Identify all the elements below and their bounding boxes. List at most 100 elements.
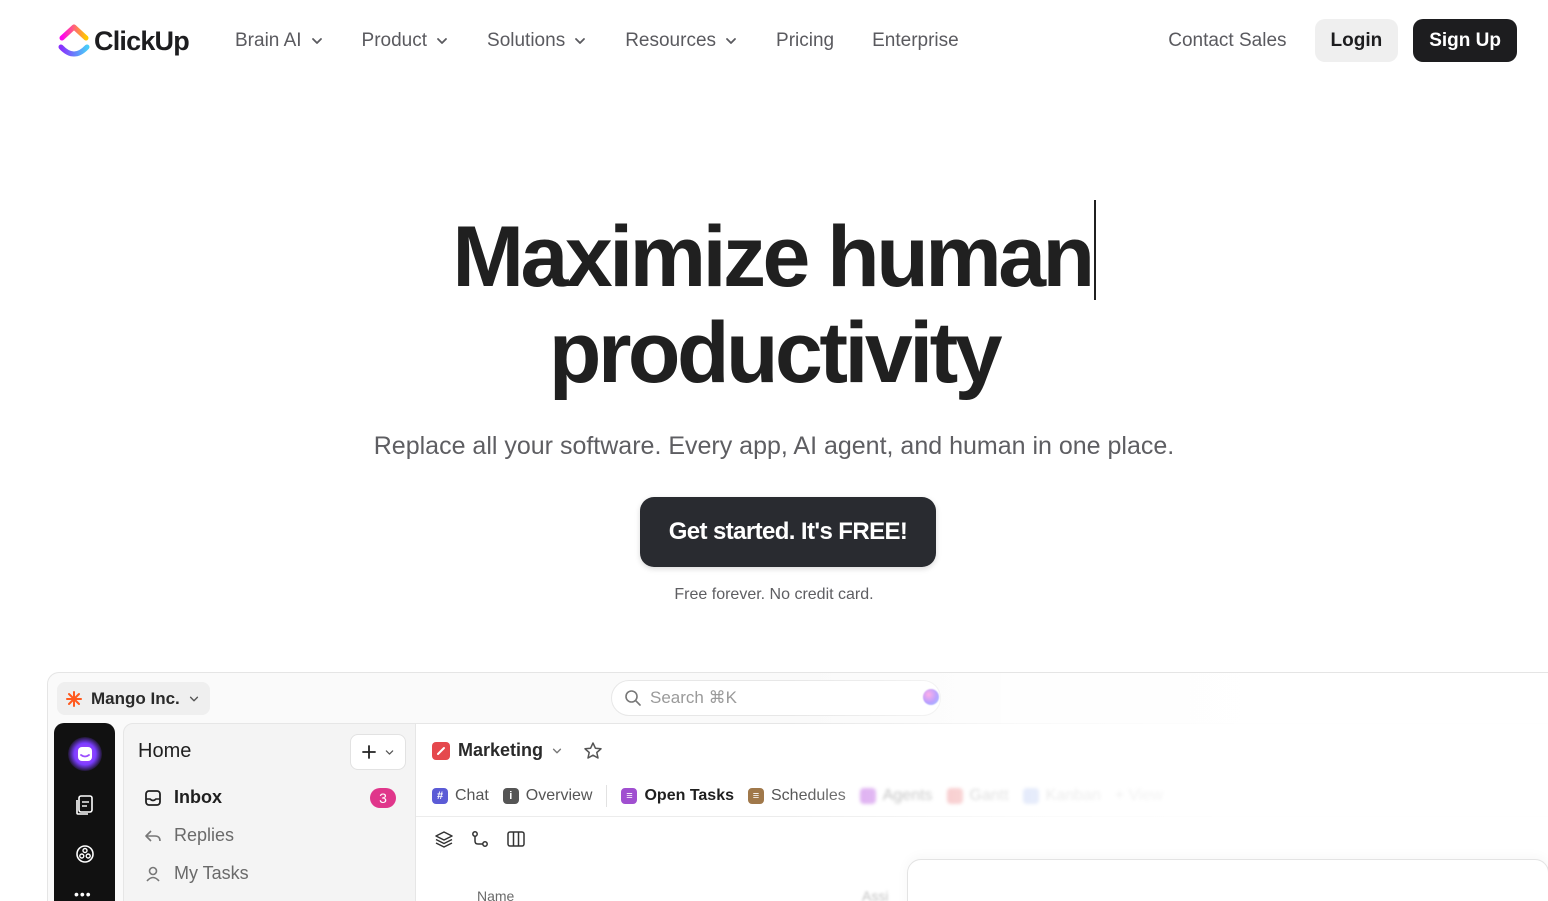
app-preview: Mango Inc. Search ⌘K ••• Home Inbox 3 Re… bbox=[47, 672, 1548, 901]
tab-overview[interactable]: i Overview bbox=[502, 787, 593, 805]
nav-solutions-label: Solutions bbox=[487, 30, 566, 51]
nav-brain-ai-label: Brain AI bbox=[235, 30, 302, 51]
hero-title: Maximize human productivity bbox=[0, 200, 1548, 401]
person-icon bbox=[146, 866, 160, 882]
plus-icon bbox=[361, 745, 376, 759]
home-sidebar: Home Inbox 3 Replies My Tasks bbox=[123, 723, 416, 901]
star-icon[interactable] bbox=[583, 741, 603, 761]
info-icon: i bbox=[502, 788, 519, 804]
get-started-button[interactable]: Get started. It's FREE! bbox=[640, 497, 936, 567]
hash-icon: # bbox=[432, 788, 448, 804]
tab-open-tasks[interactable]: ≡ Open Tasks bbox=[621, 787, 734, 805]
tab-divider bbox=[606, 785, 608, 807]
app-topbar: Mango Inc. Search ⌘K bbox=[48, 673, 1548, 723]
list-icon: ≡ bbox=[621, 788, 638, 804]
workspace-switcher[interactable]: Mango Inc. bbox=[57, 682, 210, 715]
rail-home-button[interactable] bbox=[68, 737, 102, 771]
login-button[interactable]: Login bbox=[1314, 19, 1399, 62]
add-button[interactable] bbox=[350, 734, 406, 770]
sidebar-item-label: My Tasks bbox=[174, 863, 249, 883]
search-icon bbox=[625, 690, 641, 706]
tab-label: Gantt bbox=[969, 787, 1009, 804]
agent-icon bbox=[859, 788, 876, 804]
floating-card bbox=[907, 859, 1548, 901]
mango-logo-icon bbox=[66, 690, 82, 707]
chevron-down-icon bbox=[189, 696, 198, 701]
marketing-icon bbox=[432, 741, 450, 760]
chevron-down-icon bbox=[552, 748, 562, 753]
tab-label: Open Tasks bbox=[644, 787, 734, 804]
spaces-icon[interactable] bbox=[73, 842, 97, 866]
nav-enterprise-label: Enterprise bbox=[872, 30, 959, 51]
chevron-down-icon bbox=[437, 38, 447, 44]
nav-resources[interactable]: Resources bbox=[625, 30, 738, 52]
sidebar-item-replies[interactable]: Replies bbox=[144, 825, 234, 846]
sidebar-item-label: Inbox bbox=[174, 787, 222, 807]
tab-gantt[interactable]: Gantt bbox=[946, 787, 1009, 805]
nav-product-label: Product bbox=[361, 30, 428, 51]
chevron-down-icon bbox=[726, 38, 736, 44]
tab-schedules[interactable]: ≡ Schedules bbox=[748, 787, 846, 805]
list-title[interactable]: Marketing bbox=[432, 740, 603, 761]
kanban-icon bbox=[1022, 788, 1039, 804]
text-cursor bbox=[1093, 200, 1096, 300]
reply-icon bbox=[145, 829, 161, 842]
sidebar-item-my-tasks[interactable]: My Tasks bbox=[144, 863, 249, 884]
sidebar-item-inbox[interactable]: Inbox bbox=[144, 787, 222, 808]
tab-label: Agents bbox=[882, 787, 933, 804]
top-nav: ClickUp Brain AI Product Solutions Resou… bbox=[0, 0, 1548, 82]
nav-brain-ai[interactable]: Brain AI bbox=[235, 30, 324, 52]
workspace-name: Mango Inc. bbox=[91, 688, 180, 708]
columns-icon[interactable] bbox=[506, 829, 526, 849]
nav-resources-label: Resources bbox=[625, 30, 717, 51]
tabs-divider bbox=[416, 816, 1548, 817]
column-header-assignee[interactable]: Assi bbox=[862, 888, 888, 901]
app-rail: ••• bbox=[54, 723, 115, 901]
inbox-icon bbox=[145, 789, 161, 806]
tab-kanban[interactable]: Kanban bbox=[1022, 787, 1101, 805]
hero-title-line-2: productivity bbox=[548, 305, 1003, 401]
tab-add-view[interactable]: + View bbox=[1115, 787, 1163, 805]
nav-enterprise[interactable]: Enterprise bbox=[872, 30, 959, 52]
chevron-down-icon bbox=[311, 38, 322, 44]
nav-pricing-label: Pricing bbox=[776, 30, 835, 51]
view-tabs: # Chat i Overview ≡ Open Tasks ≡ Schedul… bbox=[432, 784, 1177, 808]
gantt-icon bbox=[946, 788, 963, 804]
home-icon bbox=[78, 747, 92, 761]
nav-pricing[interactable]: Pricing bbox=[776, 30, 834, 52]
nav-menu: Brain AI Product Solutions Resources Pri… bbox=[235, 26, 997, 56]
tab-chat[interactable]: # Chat bbox=[432, 787, 489, 805]
nav-product[interactable]: Product bbox=[362, 30, 449, 52]
docs-icon[interactable] bbox=[73, 793, 97, 817]
chevron-down-icon bbox=[575, 38, 586, 44]
column-header-name[interactable]: Name bbox=[477, 888, 514, 901]
tab-label: Schedules bbox=[771, 787, 846, 804]
tab-label: Chat bbox=[455, 787, 489, 804]
search-placeholder: Search ⌘K bbox=[650, 688, 737, 707]
hero-title-line-1: Maximize human bbox=[452, 209, 1095, 305]
tab-label: Kanban bbox=[1045, 787, 1101, 804]
tab-label: Overview bbox=[525, 787, 593, 804]
sign-up-button[interactable]: Sign Up bbox=[1413, 19, 1517, 62]
nav-solutions[interactable]: Solutions bbox=[487, 30, 587, 52]
contact-sales-link[interactable]: Contact Sales bbox=[1168, 30, 1286, 52]
brand-name: ClickUp bbox=[94, 25, 190, 56]
chevron-down-icon bbox=[385, 749, 393, 755]
ai-orb-icon[interactable] bbox=[923, 689, 939, 705]
nav-actions: Contact Sales Login Sign Up bbox=[1168, 19, 1517, 62]
clickup-logo[interactable]: ClickUp bbox=[58, 22, 190, 60]
layers-icon[interactable] bbox=[434, 829, 454, 849]
sidebar-item-label: Replies bbox=[174, 825, 235, 845]
route-icon[interactable] bbox=[470, 829, 490, 849]
clickup-logo-icon bbox=[58, 24, 90, 57]
hero-subtitle: Replace all your software. Every app, AI… bbox=[373, 432, 1175, 460]
inbox-count-badge: 3 bbox=[370, 788, 396, 808]
search-input[interactable]: Search ⌘K bbox=[611, 680, 941, 716]
sidebar-title: Home bbox=[138, 740, 192, 762]
more-icon[interactable]: ••• bbox=[74, 887, 96, 901]
tab-agents[interactable]: Agents bbox=[859, 787, 933, 805]
schedule-icon: ≡ bbox=[748, 788, 764, 804]
tab-label: + View bbox=[1114, 787, 1164, 804]
view-toolbar bbox=[434, 829, 526, 849]
cta-note: Free forever. No credit card. bbox=[674, 586, 874, 603]
